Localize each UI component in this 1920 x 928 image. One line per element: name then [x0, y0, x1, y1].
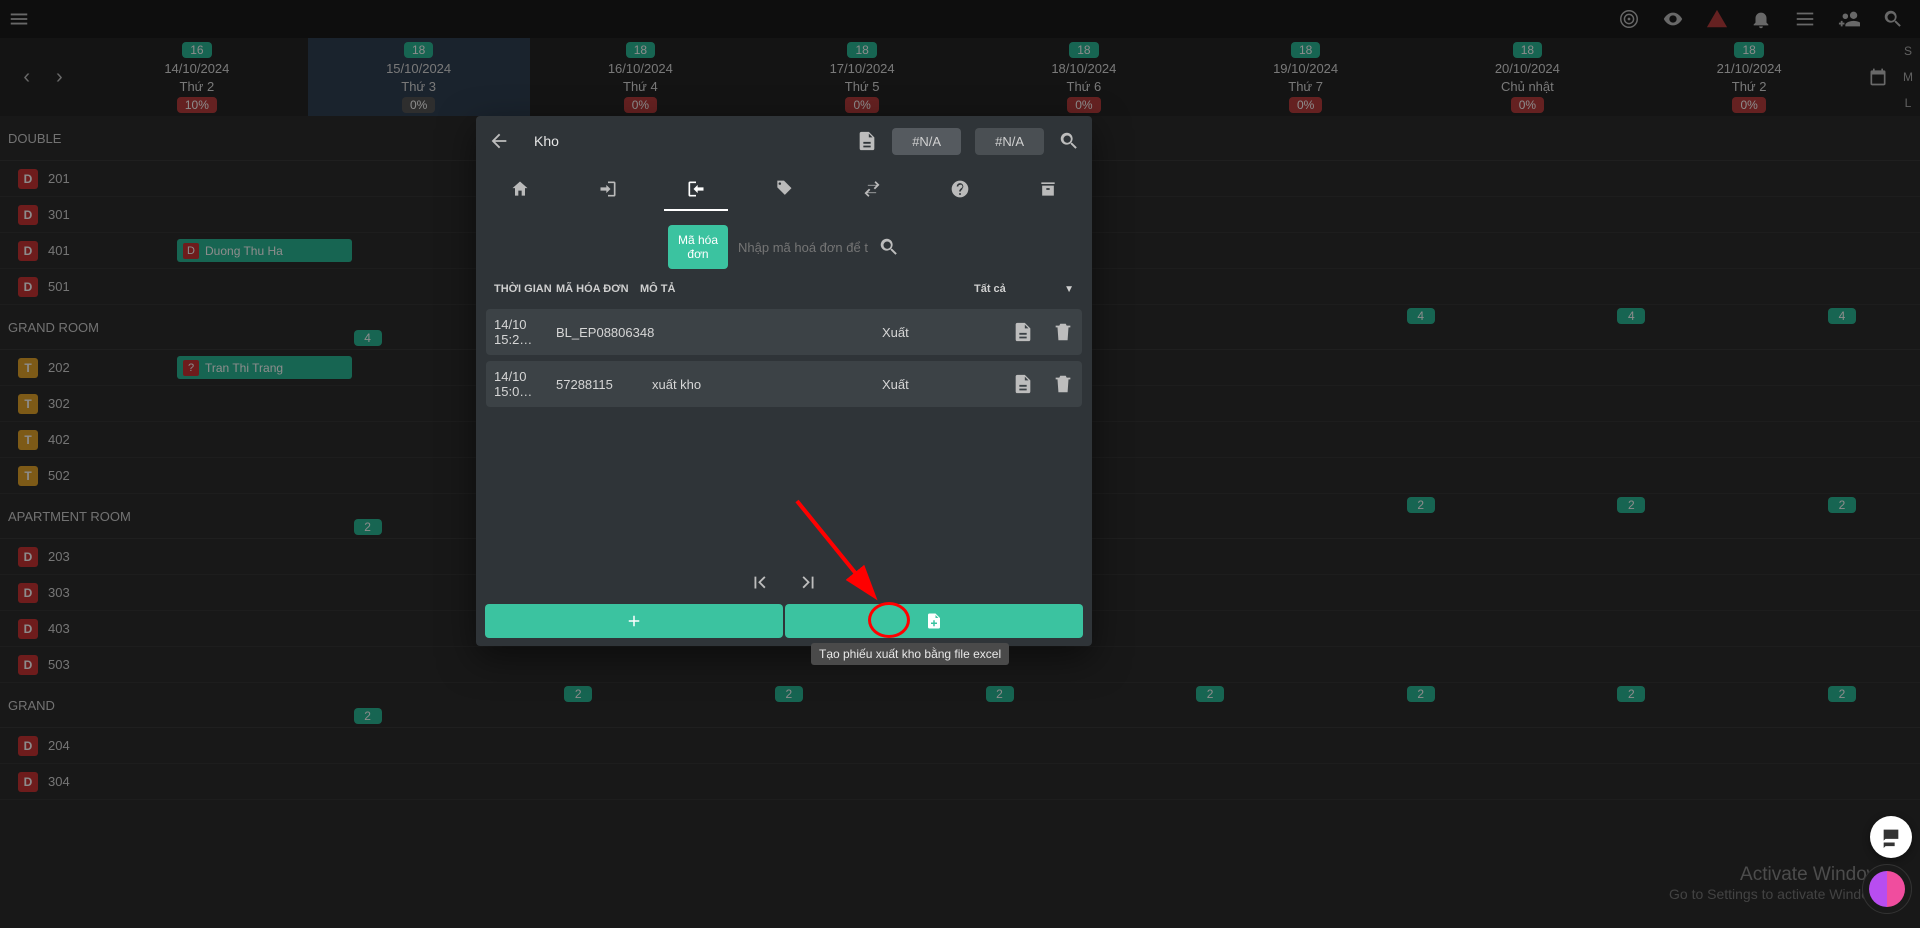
modal-search-icon[interactable] — [1058, 130, 1080, 152]
table-body: 14/10 15:2… BL_EP08806348 Xuất 14/10 15:… — [476, 303, 1092, 413]
invoice-search-input[interactable] — [738, 240, 868, 255]
cell-time: 14/10 15:0… — [494, 369, 556, 399]
assistant-fab[interactable] — [1862, 864, 1912, 914]
chevron-down-icon: ▼ — [1064, 284, 1074, 295]
tab-tag[interactable] — [740, 166, 828, 211]
row-delete-icon[interactable] — [1052, 321, 1074, 343]
last-page-icon[interactable] — [797, 572, 819, 594]
cell-type: Xuất — [882, 325, 1012, 340]
table-row[interactable]: 14/10 15:0… 57288115 xuất kho Xuất — [486, 361, 1082, 407]
chip-1[interactable]: #N/A — [892, 128, 961, 155]
chat-fab[interactable] — [1870, 816, 1912, 858]
tab-archive[interactable] — [1004, 166, 1092, 211]
tab-in[interactable] — [564, 166, 652, 211]
first-page-icon[interactable] — [749, 572, 771, 594]
modal-searchbar: Mã hóa đơn — [476, 221, 1092, 273]
cell-time: 14/10 15:2… — [494, 317, 556, 347]
modal-tabs — [476, 166, 1092, 211]
tab-help[interactable] — [916, 166, 1004, 211]
cell-invoice: 57288115 — [556, 377, 652, 392]
pager — [476, 413, 1092, 604]
cell-type: Xuất — [882, 377, 1012, 392]
filter-dropdown[interactable]: Tất cả ▼ — [974, 283, 1074, 295]
search-submit-icon[interactable] — [878, 236, 900, 258]
row-delete-icon[interactable] — [1052, 373, 1074, 395]
invoice-code-button[interactable]: Mã hóa đơn — [668, 225, 728, 270]
chip-2[interactable]: #N/A — [975, 128, 1044, 155]
col-time: THỜI GIAN — [494, 283, 556, 295]
filter-label: Tất cả — [974, 283, 1006, 295]
cell-invoice: BL_EP08806348 — [556, 325, 652, 340]
modal-title: Kho — [534, 133, 559, 149]
col-invoice: MÃ HÓA ĐƠN — [556, 283, 640, 295]
tab-home[interactable] — [476, 166, 564, 211]
col-desc: MÔ TẢ — [640, 283, 974, 295]
row-attach-icon[interactable] — [1012, 373, 1034, 395]
cell-desc: xuất kho — [652, 377, 882, 392]
kho-modal: Kho #N/A #N/A Mã hóa đơn THỜI GIAN MÃ HÓ… — [476, 116, 1092, 646]
tab-swap[interactable] — [828, 166, 916, 211]
table-row[interactable]: 14/10 15:2… BL_EP08806348 Xuất — [486, 309, 1082, 355]
table-header: THỜI GIAN MÃ HÓA ĐƠN MÔ TẢ Tất cả ▼ — [476, 275, 1092, 303]
back-icon[interactable] — [488, 130, 510, 152]
tab-out[interactable] — [652, 166, 740, 211]
attach-icon[interactable] — [856, 130, 878, 152]
modal-header: Kho #N/A #N/A — [476, 116, 1092, 166]
add-button[interactable] — [485, 604, 783, 638]
row-attach-icon[interactable] — [1012, 321, 1034, 343]
modal-footer — [476, 604, 1092, 646]
import-excel-button[interactable] — [785, 604, 1083, 638]
tooltip: Tạo phiếu xuất kho bằng file excel — [811, 643, 1009, 665]
